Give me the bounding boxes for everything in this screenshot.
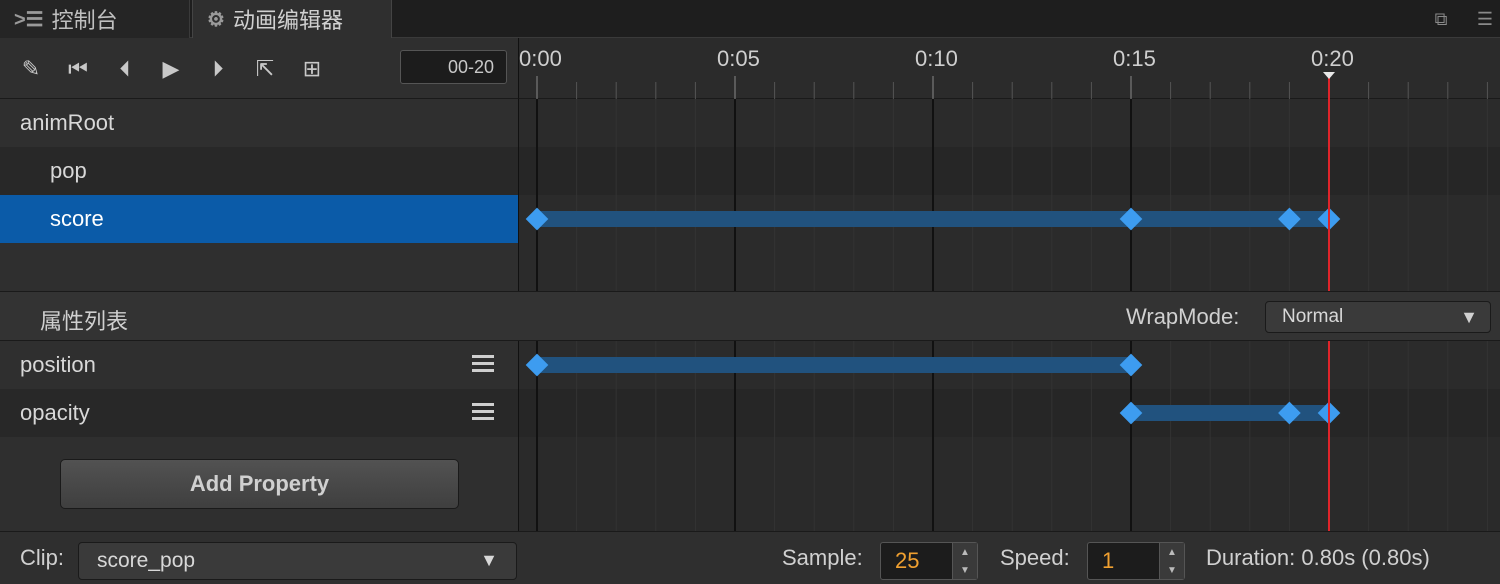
prev-frame-icon[interactable]: ⏴ [108,52,142,86]
timeline-ruler[interactable]: 0:00 0:05 0:10 0:15 0:20 [518,38,1500,99]
property-name: opacity [20,400,90,425]
sample-input[interactable]: 25 ▲ ▼ [880,542,978,580]
property-keyframe-track [519,341,1500,531]
menu-icon[interactable] [472,355,494,373]
tick-label-3: 0:15 [1113,46,1156,71]
node-timeline[interactable] [518,99,1500,291]
node-pop[interactable]: pop [0,147,518,195]
tick-label-1: 0:05 [717,46,760,71]
popout-icon[interactable]: ⧉ [1428,6,1454,32]
tick-label-0: 0:00 [519,46,562,71]
panel-menu-icon[interactable]: ☰ [1472,6,1498,32]
add-property-button[interactable]: Add Property [60,459,459,509]
tab-console-label: 控制台 [51,8,118,33]
play-icon[interactable]: ▶ [154,52,188,86]
console-icon: >☰ [14,8,44,31]
property-name: position [20,352,96,377]
duration-text: Duration: 0.80s (0.80s) [1206,545,1430,570]
playhead-marker-icon [1323,72,1335,79]
speed-value: 1 [1102,548,1115,573]
wrapmode-label: WrapMode: [1126,304,1240,329]
node-animroot[interactable]: animRoot [0,99,518,147]
tab-bar: >☰ 控制台 ⚙ 动画编辑器 ⧉ ☰ [0,0,1500,38]
clip-label: Clip: [20,545,65,570]
sample-label: Sample: [782,545,863,570]
row-band-1 [519,147,1500,195]
property-timeline[interactable] [518,341,1500,531]
next-frame-icon[interactable]: ⏵ [201,52,235,86]
speed-input[interactable]: 1 ▲ ▼ [1087,542,1185,580]
node-tree: animRoot pop score [0,99,518,291]
node-score[interactable]: score [0,195,518,243]
keyframe-bar-score [537,211,1329,227]
sample-value: 25 [895,548,920,573]
property-row-opacity[interactable]: opacity [0,389,518,437]
speed-stepper[interactable]: ▲ ▼ [1159,543,1184,579]
property-list-header: 属性列表 WrapMode: Normal ▼ [0,291,1500,341]
row-band-1 [519,389,1500,437]
tab-animation-editor[interactable]: ⚙ 动画编辑器 [192,0,392,38]
chevron-down-icon: ▼ [480,550,498,570]
tab-animation-editor-label: 动画编辑器 [232,8,343,33]
clip-select[interactable]: score_pop ▼ [78,542,517,580]
edit-icon[interactable]: ✎ [14,52,48,86]
speed-label: Speed: [1000,545,1070,570]
row-band-3 [519,243,1500,291]
tick-label-2: 0:10 [915,46,958,71]
current-frame-input[interactable]: 00-20 [400,50,507,84]
row-band-2 [519,437,1500,531]
sample-stepper[interactable]: ▲ ▼ [952,543,977,579]
menu-icon[interactable] [472,403,494,421]
clip-value: score_pop [97,549,196,572]
wrapmode-select[interactable]: Normal ▼ [1265,301,1491,333]
property-list: position opacity Add Property [0,341,518,531]
wrapmode-value: Normal [1282,306,1344,327]
keyframe-bar-position [537,357,1131,373]
property-row-position[interactable]: position [0,341,518,389]
tab-console[interactable]: >☰ 控制台 [0,0,190,38]
jump-first-icon[interactable]: ⏮ [61,52,95,86]
node-keyframe-track [519,99,1500,291]
animation-editor-icon: ⚙ [207,8,225,31]
chevron-down-icon: ▼ [1460,307,1478,327]
add-event-icon[interactable]: ⊞ [295,52,329,86]
tick-label-4: 0:20 [1311,46,1354,71]
open-external-icon[interactable]: ⇱ [248,52,282,86]
toolbar: ✎ ⏮ ⏴ ▶ ⏵ ⇱ ⊞ 00-20 [0,38,518,99]
property-list-title: 属性列表 [40,309,129,334]
footer-bar: Clip: score_pop ▼ Sample: 25 ▲ ▼ Speed: 1… [0,531,1500,584]
row-band-0 [519,99,1500,147]
